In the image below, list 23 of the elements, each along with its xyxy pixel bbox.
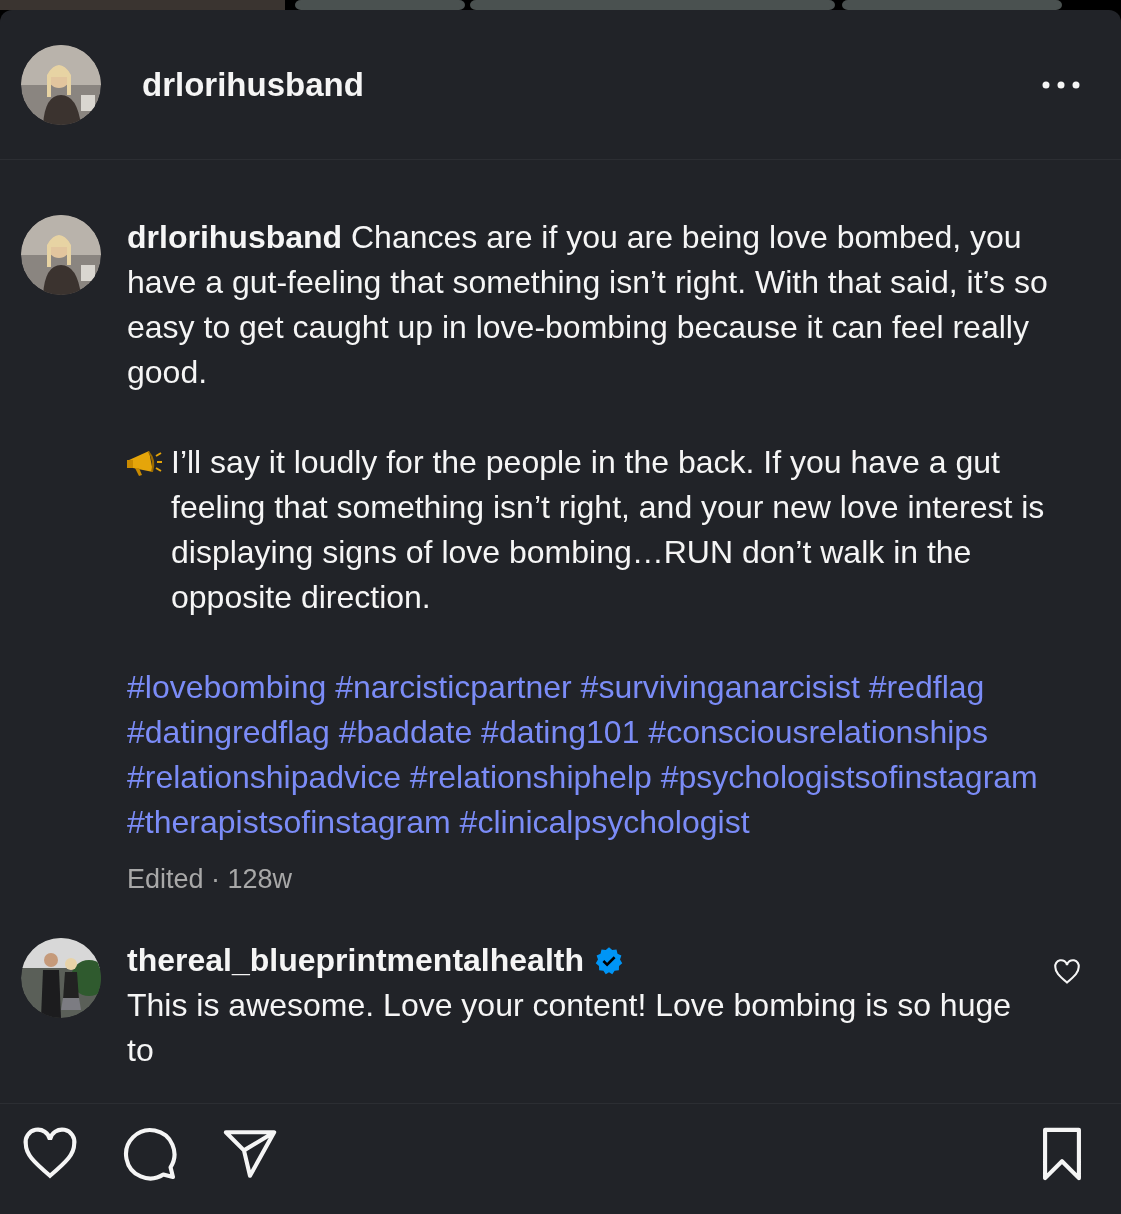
caption-text: I’ll say it loudly for the people in the back. If you have a gut feeling that something isn’t right, and your new love interest is displaying signs of love bombing…RUN don’t walk in the opposite direction.	[171, 443, 1046, 617]
hashtag-link[interactable]: #dating101	[481, 714, 640, 750]
hashtag-link[interactable]: #survivinganarcisist	[580, 669, 860, 705]
post-meta: Edited · 128w	[127, 863, 294, 896]
hashtag-link[interactable]: #relationshipadvice	[127, 759, 401, 795]
comment-author[interactable]: thereal_blueprintmentalhealth	[127, 938, 584, 983]
hashtag-link[interactable]: #consciousrelationships	[648, 714, 989, 750]
hashtag-link[interactable]: #lovebombing	[127, 669, 327, 705]
comment-text: This is awesome. Love your content! Love bombing is so huge to	[127, 986, 1013, 1070]
hashtag-link[interactable]: #datingredflag	[127, 714, 330, 750]
hashtag-link[interactable]: #therapistsofinstagram	[127, 804, 451, 840]
username[interactable]: drlorihusband	[142, 65, 364, 104]
hashtag-link[interactable]: #psychologistsofinstagram	[660, 759, 1038, 795]
hashtag-link[interactable]: #narcisticpartner	[335, 669, 572, 705]
caption-text: drlorihusband Chances are if you are being love bombed, you have a gut-feeling that something isn’t right. With that said, it’s so easy to get caught up in love-bombing because it can feel really good.	[127, 218, 1049, 392]
more-options-icon[interactable]	[1041, 79, 1081, 90]
hashtag-link[interactable]: #redflag	[868, 669, 985, 705]
hashtag-link[interactable]: #clinicalpsychologist	[459, 804, 750, 840]
like-icon[interactable]	[1053, 958, 1081, 986]
comment-icon[interactable]	[121, 1125, 179, 1183]
hashtag-link[interactable]: #baddate	[338, 714, 473, 750]
hashtag-link[interactable]: #relationshiphelp	[409, 759, 652, 795]
megaphone-icon	[127, 448, 163, 478]
